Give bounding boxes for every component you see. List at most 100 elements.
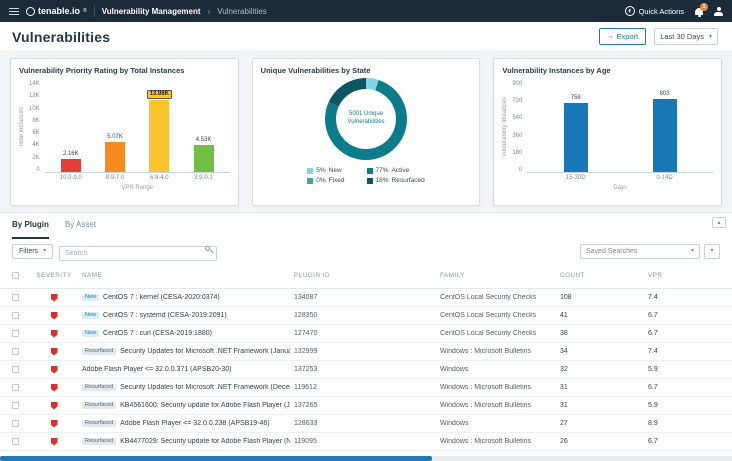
horizontal-scrollbar-thumb[interactable] — [0, 456, 432, 461]
menu-icon[interactable] — [9, 7, 19, 15]
row-checkbox[interactable] — [11, 420, 19, 427]
plugin-name[interactable]: KB4477029: Security update for Adobe Fla… — [120, 438, 290, 445]
bar-critical[interactable] — [60, 159, 81, 172]
plugin-name[interactable]: CentOS 7 : kernel (CESA-2020:0374) — [103, 294, 220, 301]
row-checkbox[interactable] — [11, 294, 19, 301]
legend-item-new[interactable]: 5% New — [307, 167, 344, 174]
chevron-down-icon — [710, 248, 713, 254]
severity-critical-icon — [50, 293, 58, 302]
state-badge: Resurfaced — [82, 401, 117, 410]
breadcrumb-separator: › — [207, 6, 211, 16]
bar-low[interactable] — [193, 145, 214, 172]
plugin-name[interactable]: Security Updates for Microsoft .NET Fram… — [120, 348, 290, 355]
legend-swatch — [366, 167, 373, 174]
y-tick: 720 — [512, 98, 523, 105]
y-axis-label: Total Instances — [19, 106, 25, 148]
bars: 758 803 — [527, 81, 714, 173]
row-checkbox[interactable] — [11, 384, 19, 391]
table-body: New CentOS 7 : kernel (CESA-2020:0374) 13… — [0, 289, 732, 461]
table-row[interactable]: New CentOS 7 : systemd (CESA-2019:2091) 1… — [0, 307, 732, 325]
plugin-family: CentOS Local Security Checks — [440, 312, 537, 319]
plugin-id: 137253 — [294, 366, 318, 373]
filters-button[interactable]: Filters — [12, 243, 54, 259]
legend-pct: 77% — [375, 167, 389, 174]
user-icon[interactable] — [714, 6, 723, 16]
export-button[interactable]: Export — [598, 28, 647, 45]
plugin-family: Windows : Microsoft Bulletins — [440, 384, 532, 391]
bar-value-label: 2.16K — [62, 151, 79, 158]
select-all-checkbox[interactable] — [11, 272, 19, 279]
legend-item-active[interactable]: 77% Active — [366, 167, 425, 174]
top-nav: tenable.io ® Vulnerability Management › … — [0, 0, 732, 22]
legend-item-fixed[interactable]: 0% Fixed — [307, 177, 345, 184]
row-checkbox[interactable] — [11, 438, 19, 445]
column-header-severity[interactable]: SEVERITY — [30, 272, 78, 279]
table-row[interactable]: Resurfaced KB4561600: Security update for… — [0, 397, 732, 415]
bar-15-30d[interactable] — [563, 102, 588, 172]
bar-medium[interactable] — [149, 100, 170, 172]
donut-chart[interactable]: 5001 Unique Vulnerabilities — [325, 78, 407, 160]
breadcrumb-current[interactable]: Vulnerabilities — [217, 7, 267, 16]
vpr-value: 6.7 — [648, 330, 658, 337]
plugin-family: Windows : Microsoft Bulletins — [440, 438, 532, 445]
table-row[interactable]: New CentOS 7 : kernel (CESA-2020:0374) 13… — [0, 289, 732, 307]
state-badge: New — [82, 329, 100, 338]
x-axis-ticks: 15-30D 0-14D — [527, 173, 713, 181]
bar-value-label-highlighted: 13.98K — [146, 90, 172, 100]
card-instances-by-age: Vulnerability Instances by Age Vulnerabi… — [493, 58, 723, 206]
nav-divider — [93, 5, 95, 17]
notifications-button[interactable]: 1 — [695, 2, 708, 15]
row-checkbox[interactable] — [11, 330, 19, 337]
y-tick: 10K — [29, 105, 40, 112]
plugin-name[interactable]: KB4561600: Security update for Adobe Fla… — [120, 402, 290, 409]
severity-critical-icon — [50, 329, 58, 338]
quick-actions-button[interactable]: Quick Actions — [624, 6, 684, 16]
plugin-name[interactable]: CentOS 7 : systemd (CESA-2019:2091) — [103, 312, 227, 319]
tab-by-plugin[interactable]: By Plugin — [12, 220, 49, 239]
filters-label: Filters — [19, 247, 39, 255]
collapse-panel-button[interactable] — [712, 217, 726, 228]
severity-critical-icon — [50, 401, 58, 410]
y-tick: 180 — [512, 149, 523, 156]
brand-name: tenable.io — [38, 6, 81, 16]
table-row[interactable]: New CentOS 7 : curl (CESA-2019:1880) 1274… — [0, 325, 732, 343]
saved-searches-select[interactable]: Saved Searches — [580, 243, 700, 259]
table-row[interactable]: Adobe Flash Player <= 32.0.0.371 (APSB20… — [0, 361, 732, 379]
legend-swatch — [307, 177, 314, 184]
bar-group: 758 — [558, 81, 594, 172]
column-header-family[interactable]: FAMILY — [436, 272, 556, 279]
column-header-vpr[interactable]: VPR — [644, 272, 732, 279]
horizontal-scrollbar-track[interactable] — [0, 456, 732, 461]
page-header: Vulnerabilities Export Last 30 Days — [0, 22, 732, 52]
row-checkbox[interactable] — [11, 348, 19, 355]
filter-bar: Filters Saved Searches — [0, 239, 732, 263]
row-checkbox[interactable] — [11, 366, 19, 373]
bar-0-14d[interactable] — [652, 98, 677, 172]
tab-by-asset[interactable]: By Asset — [65, 220, 96, 239]
table-row[interactable]: Resurfaced Security Updates for Microsoft… — [0, 343, 732, 361]
search-input[interactable] — [59, 245, 218, 261]
plugin-name[interactable]: Adobe Flash Player <= 32.0.0.238 (APSB19… — [120, 420, 269, 427]
nav-section-title[interactable]: Vulnerability Management — [102, 7, 201, 16]
table-row[interactable]: Resurfaced Security Updates for Microsoft… — [0, 379, 732, 397]
legend-item-resurfaced[interactable]: 18% Resurfaced — [366, 177, 425, 184]
column-header-name[interactable]: NAME — [78, 272, 290, 279]
row-checkbox[interactable] — [11, 402, 19, 409]
bar-high[interactable] — [105, 142, 126, 172]
date-range-select[interactable]: Last 30 Days — [654, 28, 718, 45]
plugin-name[interactable]: CentOS 7 : curl (CESA-2019:1880) — [103, 330, 212, 337]
column-header-count[interactable]: COUNT — [556, 272, 644, 279]
tenable-logo[interactable]: tenable.io ® — [26, 6, 87, 16]
x-tick: 3.9-0.1 — [194, 175, 213, 181]
table-row[interactable]: Resurfaced Adobe Flash Player <= 32.0.0.2… — [0, 415, 732, 433]
column-header-plugin-id[interactable]: PLUGIN ID — [290, 272, 436, 279]
row-checkbox[interactable] — [11, 312, 19, 319]
x-tick: 0-14D — [656, 175, 673, 181]
plugin-name[interactable]: Security Updates for Microsoft .NET Fram… — [120, 384, 290, 391]
tenable-logo-icon — [26, 6, 35, 16]
saved-searches-expand-button[interactable] — [704, 243, 720, 259]
plugin-name[interactable]: Adobe Flash Player <= 32.0.0.371 (APSB20… — [82, 366, 231, 373]
bar-value-label: 5.07K — [107, 134, 123, 141]
bar-value-label: 803 — [659, 90, 670, 97]
table-row[interactable]: Resurfaced KB4477029: Security update for… — [0, 433, 732, 451]
